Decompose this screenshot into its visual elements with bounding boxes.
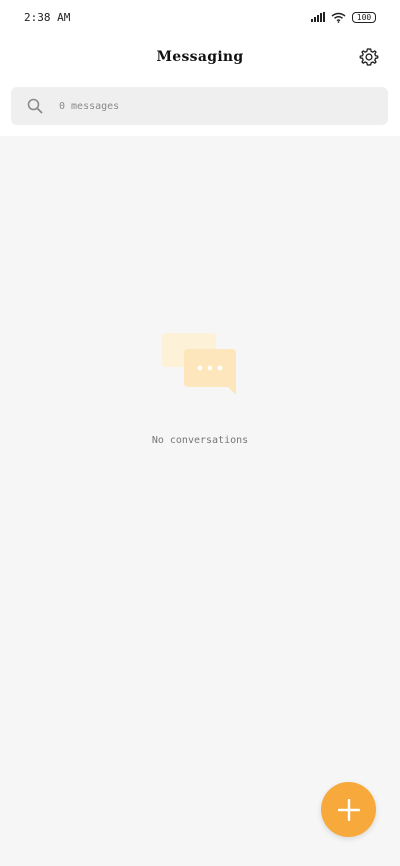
signal-icon bbox=[311, 12, 325, 22]
wifi-icon bbox=[331, 12, 346, 23]
conversation-list: No conversations bbox=[0, 136, 400, 866]
messaging-screen: 2:38 AM 100 Messaging 0 messages No conv… bbox=[0, 0, 400, 866]
new-conversation-button[interactable] bbox=[321, 782, 376, 837]
status-icons: 100 bbox=[311, 11, 376, 23]
settings-button[interactable] bbox=[358, 46, 380, 68]
plus-icon bbox=[337, 798, 360, 821]
status-time: 2:38 AM bbox=[24, 10, 71, 24]
search-icon bbox=[27, 98, 43, 114]
search-bar[interactable] bbox=[11, 87, 388, 125]
chat-bubbles-icon bbox=[160, 331, 240, 395]
app-header: Messaging bbox=[0, 34, 400, 80]
status-bar: 2:38 AM 100 bbox=[0, 0, 400, 34]
battery-icon: 100 bbox=[352, 11, 376, 23]
search-input[interactable] bbox=[57, 99, 337, 113]
empty-state-text: No conversations bbox=[151, 435, 249, 446]
page-title: Messaging bbox=[156, 49, 244, 65]
gear-icon bbox=[359, 48, 379, 66]
